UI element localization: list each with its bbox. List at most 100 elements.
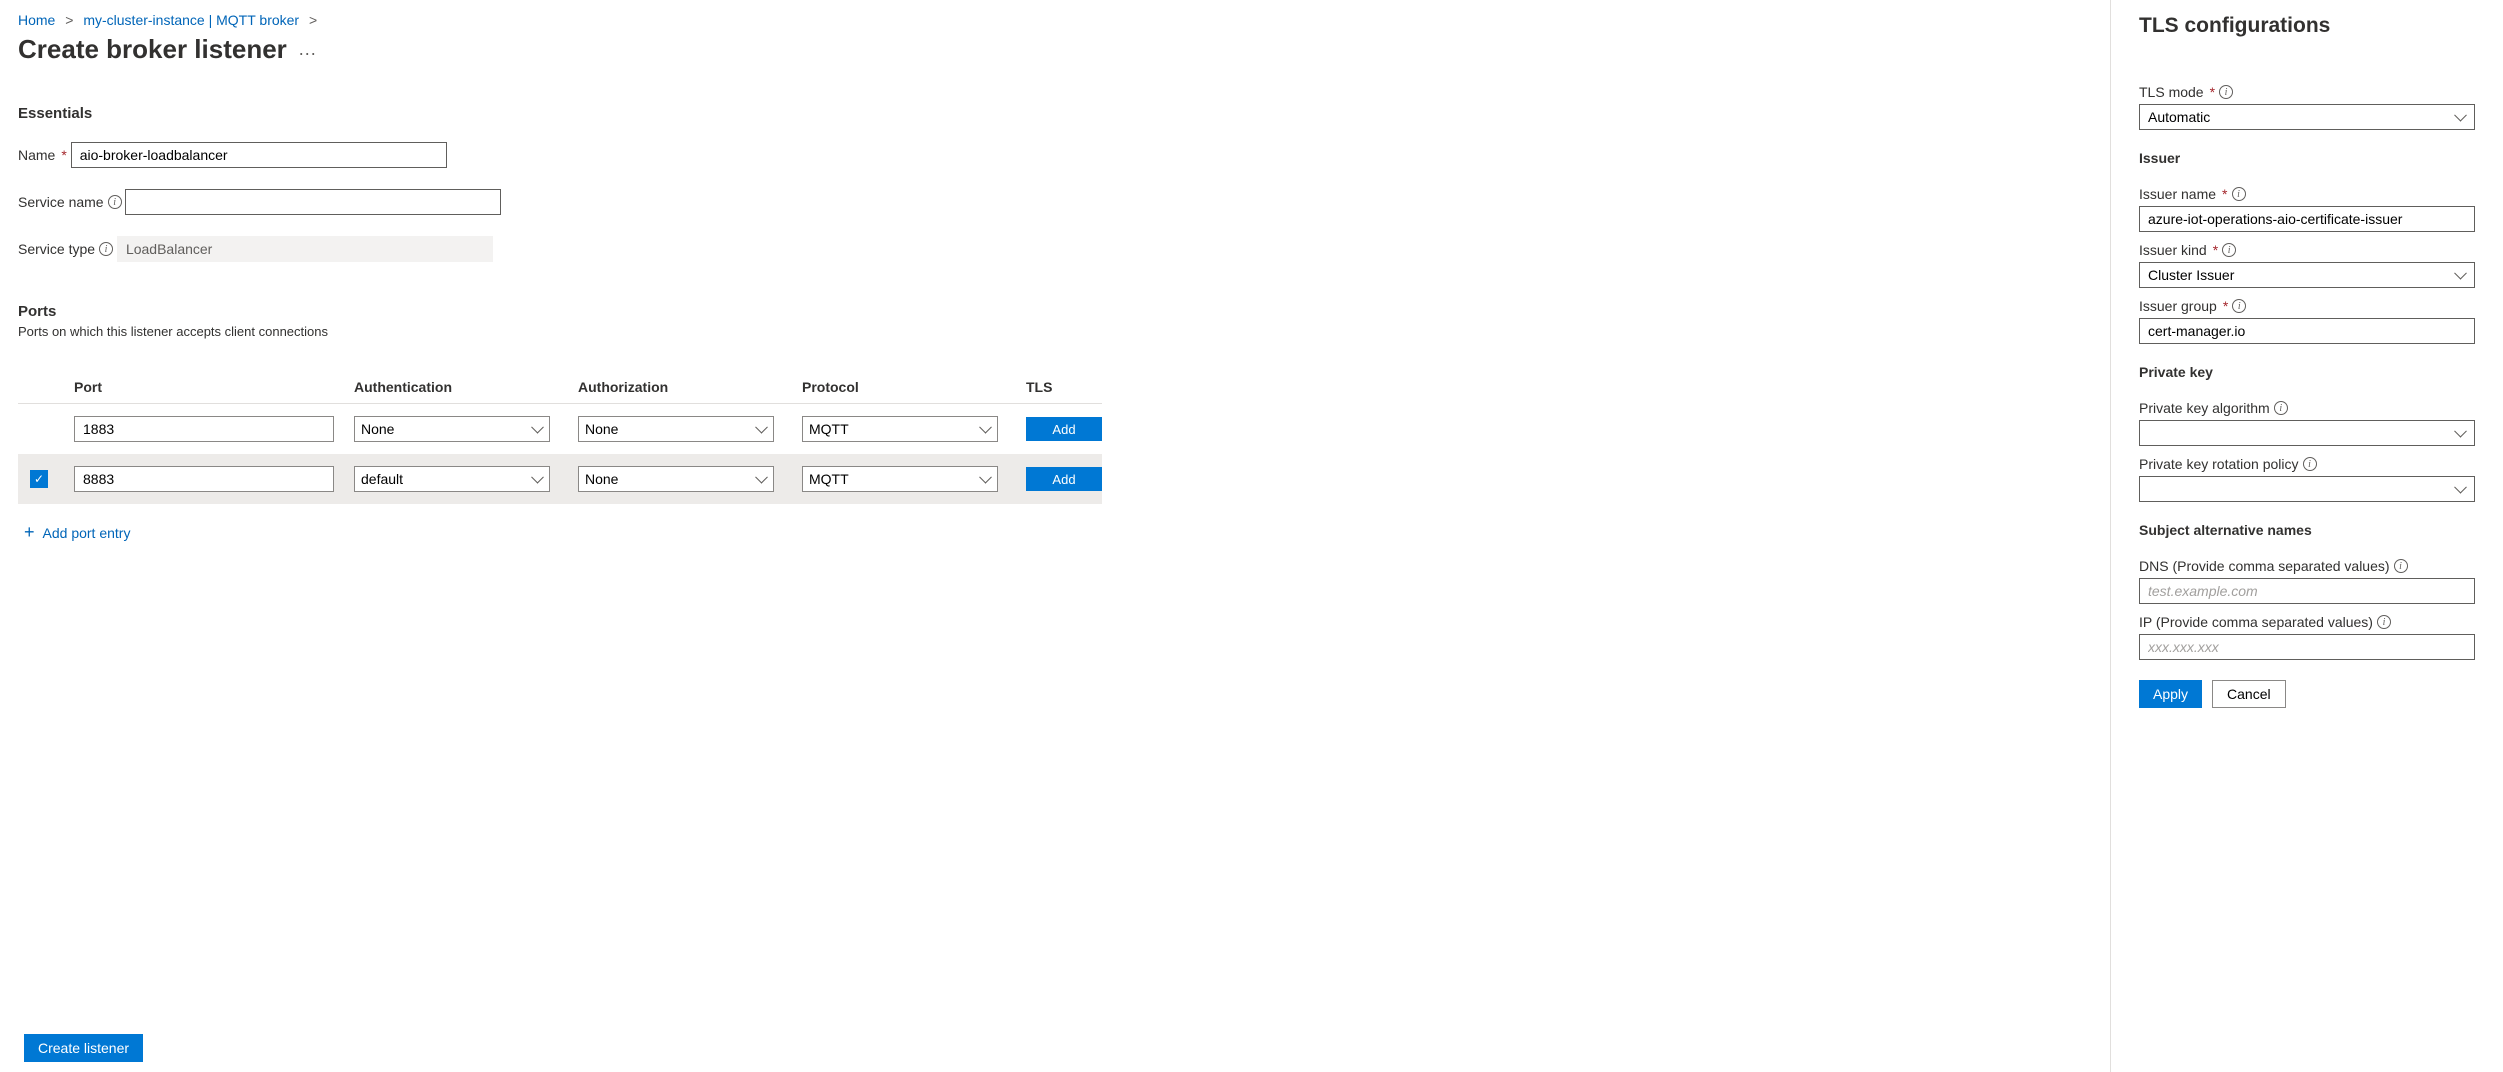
breadcrumb-instance[interactable]: my-cluster-instance | MQTT broker (83, 12, 299, 28)
tls-mode-select[interactable] (2139, 104, 2475, 130)
info-icon[interactable]: i (99, 242, 113, 256)
issuer-kind-select[interactable] (2139, 262, 2475, 288)
required-indicator: * (2223, 298, 2228, 314)
col-port: Port (74, 379, 354, 395)
issuer-group-label: Issuer group * i (2139, 298, 2246, 314)
col-authorization: Authorization (578, 379, 802, 395)
pk-algorithm-label: Private key algorithm i (2139, 400, 2288, 416)
ports-description: Ports on which this listener accepts cli… (18, 324, 2092, 339)
ip-field: IP (Provide comma separated values) i (2139, 614, 2475, 660)
essentials-section: Essentials Name* Service name i Service … (18, 105, 2092, 263)
ports-heading: Ports (18, 303, 2092, 320)
info-icon[interactable]: i (2219, 85, 2233, 99)
pk-algorithm-select[interactable] (2139, 420, 2475, 446)
authentication-select[interactable] (354, 416, 550, 442)
ports-table: Port Authentication Authorization Protoc… (18, 371, 1102, 504)
col-authentication: Authentication (354, 379, 578, 395)
dns-label-text: DNS (Provide comma separated values) (2139, 558, 2390, 574)
col-tls: TLS (1026, 379, 1102, 395)
service-type-label-text: Service type (18, 241, 95, 257)
row-checkbox[interactable]: ✓ (30, 470, 48, 488)
service-name-input[interactable] (125, 189, 501, 215)
service-name-label: Service name i (18, 194, 122, 210)
dns-input[interactable] (2139, 578, 2475, 604)
info-icon[interactable]: i (2222, 243, 2236, 257)
name-label: Name* (18, 147, 67, 163)
issuer-group-label-text: Issuer group (2139, 298, 2217, 314)
chevron-right-icon: > (65, 12, 73, 28)
name-label-text: Name (18, 147, 55, 163)
required-indicator: * (2210, 84, 2215, 100)
required-indicator: * (2222, 186, 2227, 202)
page-title: Create broker listener (18, 34, 287, 65)
col-protocol: Protocol (802, 379, 1026, 395)
add-port-entry-link[interactable]: + Add port entry (24, 522, 130, 543)
dns-field: DNS (Provide comma separated values) i (2139, 558, 2475, 604)
info-icon[interactable]: i (2232, 187, 2246, 201)
more-actions-icon[interactable]: ... (299, 39, 317, 60)
name-input[interactable] (71, 142, 447, 168)
ports-header-row: Port Authentication Authorization Protoc… (18, 371, 1102, 404)
issuer-group-input[interactable] (2139, 318, 2475, 344)
create-listener-button[interactable]: Create listener (24, 1034, 143, 1062)
main-content: Home > my-cluster-instance | MQTT broker… (0, 0, 2110, 1072)
tls-mode-label: TLS mode * i (2139, 84, 2233, 100)
table-row: ✓ Add (18, 454, 1102, 504)
issuer-heading: Issuer (2139, 150, 2475, 166)
info-icon[interactable]: i (2377, 615, 2391, 629)
issuer-group-field: Issuer group * i (2139, 298, 2475, 344)
tls-mode-label-text: TLS mode (2139, 84, 2204, 100)
tls-add-button[interactable]: Add (1026, 417, 1102, 441)
info-icon[interactable]: i (108, 195, 122, 209)
pk-rotation-select[interactable] (2139, 476, 2475, 502)
ip-label-text: IP (Provide comma separated values) (2139, 614, 2373, 630)
issuer-name-label: Issuer name * i (2139, 186, 2246, 202)
info-icon[interactable]: i (2394, 559, 2408, 573)
authorization-select[interactable] (578, 466, 774, 492)
service-type-input (117, 236, 493, 262)
san-heading: Subject alternative names (2139, 522, 2475, 538)
service-name-label-text: Service name (18, 194, 104, 210)
authorization-select[interactable] (578, 416, 774, 442)
protocol-select[interactable] (802, 416, 998, 442)
tls-mode-field: TLS mode * i (2139, 84, 2475, 130)
panel-footer: Apply Cancel (2139, 680, 2475, 708)
required-indicator: * (2213, 242, 2218, 258)
table-row: Add (18, 404, 1102, 454)
info-icon[interactable]: i (2274, 401, 2288, 415)
pk-rotation-label: Private key rotation policy i (2139, 456, 2317, 472)
ip-label: IP (Provide comma separated values) i (2139, 614, 2391, 630)
tls-add-button[interactable]: Add (1026, 467, 1102, 491)
ports-section: Ports Ports on which this listener accep… (18, 303, 2092, 543)
issuer-name-label-text: Issuer name (2139, 186, 2216, 202)
info-icon[interactable]: i (2232, 299, 2246, 313)
plus-icon: + (24, 522, 35, 543)
private-key-heading: Private key (2139, 364, 2475, 380)
issuer-name-field: Issuer name * i (2139, 186, 2475, 232)
pk-algorithm-field: Private key algorithm i (2139, 400, 2475, 446)
info-icon[interactable]: i (2303, 457, 2317, 471)
port-input[interactable] (74, 466, 334, 492)
service-type-field: Service type i (18, 236, 2092, 263)
breadcrumb: Home > my-cluster-instance | MQTT broker… (18, 12, 2092, 28)
breadcrumb-home[interactable]: Home (18, 12, 55, 28)
panel-title: TLS configurations (2139, 14, 2475, 38)
issuer-kind-field: Issuer kind* i (2139, 242, 2475, 288)
apply-button[interactable]: Apply (2139, 680, 2202, 708)
chevron-right-icon: > (309, 12, 317, 28)
service-type-label: Service type i (18, 241, 113, 257)
issuer-name-input[interactable] (2139, 206, 2475, 232)
pk-rotation-label-text: Private key rotation policy (2139, 456, 2299, 472)
cancel-button[interactable]: Cancel (2212, 680, 2286, 708)
service-name-field: Service name i (18, 189, 2092, 216)
pk-rotation-field: Private key rotation policy i (2139, 456, 2475, 502)
authentication-select[interactable] (354, 466, 550, 492)
ip-input[interactable] (2139, 634, 2475, 660)
issuer-kind-label: Issuer kind* i (2139, 242, 2236, 258)
port-input[interactable] (74, 416, 334, 442)
tls-config-panel: TLS configurations TLS mode * i Issuer Is… (2110, 0, 2503, 1072)
footer: Create listener (24, 1034, 143, 1062)
protocol-select[interactable] (802, 466, 998, 492)
name-field: Name* (18, 142, 2092, 169)
dns-label: DNS (Provide comma separated values) i (2139, 558, 2408, 574)
